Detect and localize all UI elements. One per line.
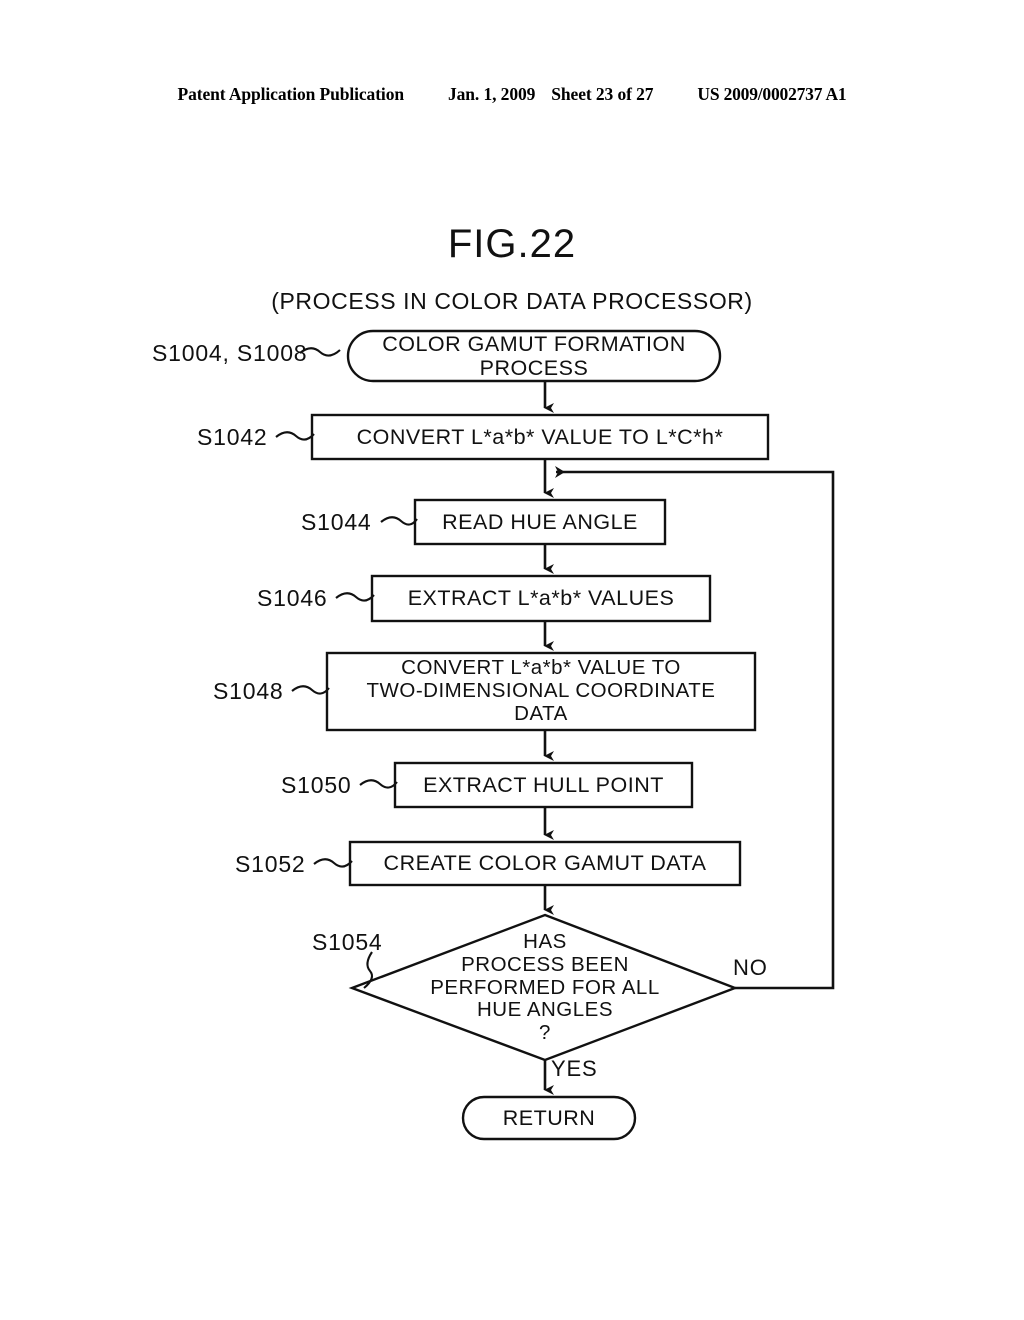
step-label-s1042: S1042 bbox=[197, 424, 268, 450]
node-start-shape bbox=[346, 329, 722, 383]
leader-s1042 bbox=[275, 431, 315, 441]
leader-s1048 bbox=[291, 685, 330, 695]
node-s1044-shape bbox=[413, 498, 667, 546]
flowchart-shapes bbox=[275, 329, 835, 1141]
leader-s1046 bbox=[335, 592, 375, 602]
branch-label-yes: YES bbox=[551, 1056, 598, 1081]
branch-label-no: NO bbox=[733, 955, 768, 980]
node-return-shape bbox=[461, 1095, 637, 1141]
step-label-s1004-s1008: S1004, S1008 bbox=[152, 340, 308, 366]
step-label-s1052: S1052 bbox=[235, 851, 306, 877]
node-s1052-shape bbox=[348, 840, 742, 887]
step-label-s1046: S1046 bbox=[257, 585, 328, 611]
step-label-s1054: S1054 bbox=[312, 929, 383, 955]
flowchart-diagram: COLOR GAMUT FORMATION PROCESS CONVERT L*a… bbox=[0, 0, 1024, 1320]
leader-s1044 bbox=[380, 516, 418, 526]
node-s1046-shape bbox=[370, 574, 712, 623]
leader-s1050 bbox=[359, 779, 398, 789]
node-s1042-shape bbox=[310, 413, 770, 461]
node-s1054-shape bbox=[348, 913, 739, 1062]
node-s1050-shape bbox=[393, 761, 694, 809]
step-label-s1048: S1048 bbox=[213, 678, 284, 704]
step-label-s1044: S1044 bbox=[301, 509, 372, 535]
node-s1048-shape bbox=[325, 651, 757, 732]
step-label-s1050: S1050 bbox=[281, 772, 352, 798]
leader-s1052 bbox=[313, 858, 353, 868]
